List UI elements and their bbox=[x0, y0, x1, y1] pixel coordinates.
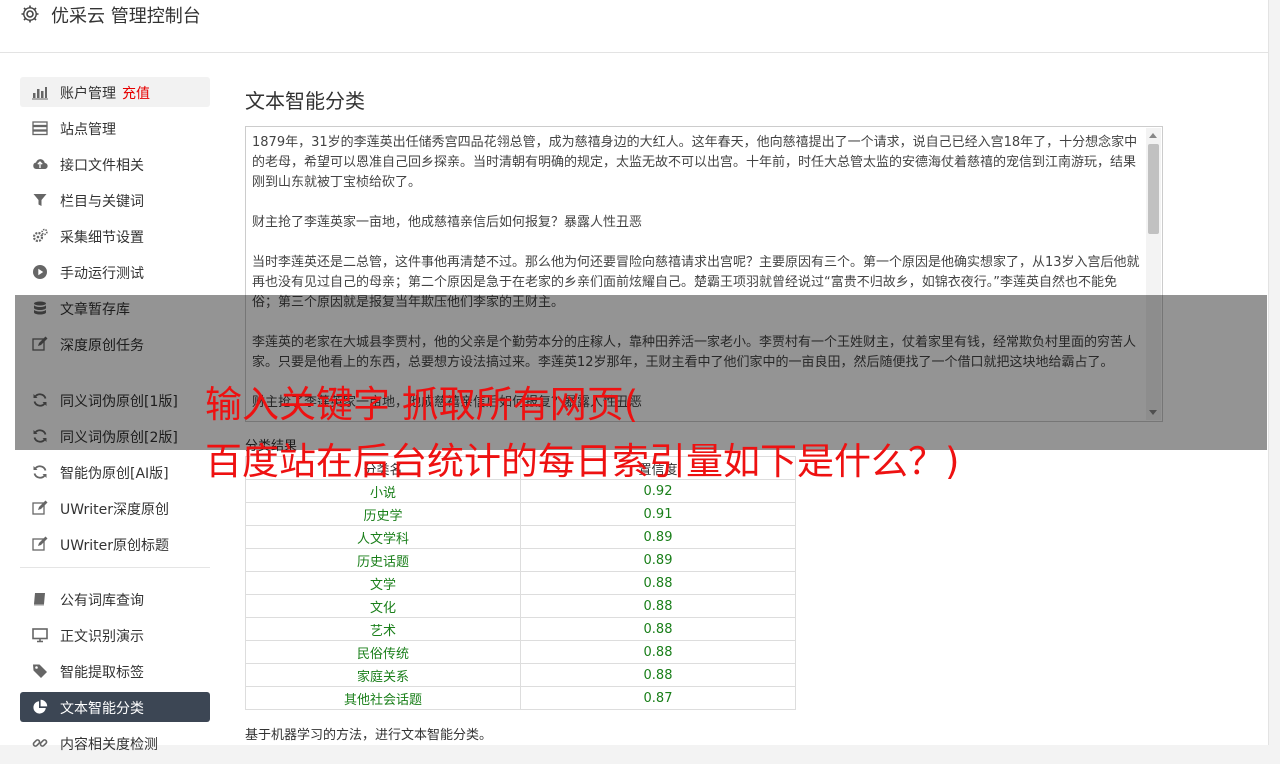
table-row: 文学 0.88 bbox=[245, 571, 796, 595]
sidebar-item-label: 正文识别演示 bbox=[60, 629, 144, 645]
sidebar-item-label: 采集细节设置 bbox=[60, 230, 144, 246]
refresh-icon bbox=[33, 465, 47, 479]
sidebar-item-manual-run[interactable]: 手动运行测试 bbox=[20, 257, 210, 287]
server-icon bbox=[32, 121, 48, 136]
sidebar-item-label: 文本智能分类 bbox=[60, 701, 144, 717]
method-description: 基于机器学习的方法，进行文本智能分类。 bbox=[245, 728, 493, 743]
confidence-cell: 0.91 bbox=[520, 502, 796, 526]
filter-icon bbox=[33, 194, 47, 206]
confidence-cell: 0.88 bbox=[520, 640, 796, 664]
play-circle-icon bbox=[33, 265, 47, 279]
table-row: 历史话题 0.89 bbox=[245, 548, 796, 572]
sidebar-item-label: 账户管理 bbox=[60, 86, 116, 102]
sidebar-item-content-recognition[interactable]: 正文识别演示 bbox=[20, 620, 210, 650]
top-header: 优采云 管理控制台 bbox=[0, 0, 1269, 53]
page-title: 文本智能分类 bbox=[245, 89, 365, 113]
sidebar-item-label: 接口文件相关 bbox=[60, 158, 144, 174]
sidebar-item-label: UWriter原创标题 bbox=[60, 538, 169, 554]
sidebar-item-label: 公有词库查询 bbox=[60, 593, 144, 609]
sidebar-item-label: UWriter深度原创 bbox=[60, 502, 169, 518]
bar-chart-icon bbox=[32, 87, 48, 100]
scroll-up-arrow-icon[interactable] bbox=[1149, 133, 1157, 138]
book-icon bbox=[34, 593, 45, 606]
sidebar-item-label: 手动运行测试 bbox=[60, 266, 144, 282]
app-title: 优采云 管理控制台 bbox=[51, 6, 201, 27]
table-row: 人文学科 0.89 bbox=[245, 525, 796, 549]
gear-icon bbox=[21, 5, 39, 23]
sidebar-item-label: 内容相关度检测 bbox=[60, 737, 158, 753]
category-cell: 历史话题 bbox=[245, 548, 521, 572]
classification-table: 分类名 置信度 小说 0.92 历史学 0.91 人文学科 0.89 历史话题 0.89… bbox=[245, 456, 796, 710]
sidebar-item-label: 智能提取标签 bbox=[60, 665, 144, 681]
sidebar-item-account[interactable]: 账户管理 充值 bbox=[20, 77, 210, 107]
sidebar-item-label: 站点管理 bbox=[60, 122, 116, 138]
sidebar-divider bbox=[20, 567, 210, 568]
table-row: 艺术 0.88 bbox=[245, 617, 796, 641]
sidebar-item-label: 栏目与关键词 bbox=[60, 194, 144, 210]
category-cell: 家庭关系 bbox=[245, 663, 521, 687]
table-row: 民俗传统 0.88 bbox=[245, 640, 796, 664]
gears-icon bbox=[32, 228, 48, 243]
sidebar-item-ai-rewrite[interactable]: 智能伪原创[AI版] bbox=[20, 457, 210, 487]
table-row: 家庭关系 0.88 bbox=[245, 663, 796, 687]
confidence-cell: 0.88 bbox=[520, 594, 796, 618]
overlay-caption: 输入关键字 抓取所有网页( 百度站在后台统计的每日索引量如下是什么？) bbox=[205, 376, 959, 490]
scroll-thumb[interactable] bbox=[1148, 144, 1159, 234]
sidebar-item-public-lexicon[interactable]: 公有词库查询 bbox=[20, 584, 210, 614]
sidebar-item-uwriter-title[interactable]: UWriter原创标题 bbox=[20, 529, 210, 559]
monitor-icon bbox=[32, 628, 48, 643]
sidebar-item-relevance-check[interactable]: 内容相关度检测 bbox=[20, 728, 210, 758]
category-cell: 历史学 bbox=[245, 502, 521, 526]
table-row: 历史学 0.91 bbox=[245, 502, 796, 526]
overlay-caption-line: 百度站在后台统计的每日索引量如下是什么？) bbox=[205, 440, 960, 483]
recharge-link[interactable]: 充值 bbox=[122, 86, 150, 102]
sidebar-item-interface-files[interactable]: 接口文件相关 bbox=[20, 149, 210, 179]
link-icon bbox=[32, 739, 48, 747]
category-cell: 艺术 bbox=[245, 617, 521, 641]
edit-icon bbox=[32, 500, 48, 515]
cloud-upload-icon bbox=[33, 159, 48, 170]
sidebar-item-columns-keywords[interactable]: 栏目与关键词 bbox=[20, 185, 210, 215]
text-paragraph: 1879年，31岁的李莲英出任储秀宫四品花翎总管，成为慈禧身边的大红人。这年春天… bbox=[252, 135, 1138, 190]
sidebar-item-tag-extraction[interactable]: 智能提取标签 bbox=[20, 656, 210, 686]
overlay-caption-line: 输入关键字 抓取所有网页( bbox=[205, 383, 639, 426]
sidebar-item-collection-settings[interactable]: 采集细节设置 bbox=[20, 221, 210, 251]
sidebar-item-uwriter-deep[interactable]: UWriter深度原创 bbox=[20, 493, 210, 523]
table-row: 文化 0.88 bbox=[245, 594, 796, 618]
category-cell: 文化 bbox=[245, 594, 521, 618]
confidence-cell: 0.87 bbox=[520, 686, 796, 710]
tag-icon bbox=[33, 664, 47, 678]
category-cell: 人文学科 bbox=[245, 525, 521, 549]
confidence-cell: 0.88 bbox=[520, 663, 796, 687]
table-row: 其他社会话题 0.87 bbox=[245, 686, 796, 710]
sidebar-item-text-classification[interactable]: 文本智能分类 bbox=[20, 692, 210, 722]
category-cell: 民俗传统 bbox=[245, 640, 521, 664]
pie-chart-icon bbox=[33, 699, 48, 714]
edit-icon bbox=[32, 536, 48, 551]
text-paragraph: 财主抢了李莲英家一亩地，他成慈禧亲信后如何报复？暴露人性丑恶 bbox=[252, 215, 643, 230]
category-cell: 其他社会话题 bbox=[245, 686, 521, 710]
confidence-cell: 0.89 bbox=[520, 548, 796, 572]
sidebar-item-label: 智能伪原创[AI版] bbox=[60, 466, 169, 482]
sidebar-item-sites[interactable]: 站点管理 bbox=[20, 113, 210, 143]
confidence-cell: 0.89 bbox=[520, 525, 796, 549]
category-cell: 文学 bbox=[245, 571, 521, 595]
confidence-cell: 0.88 bbox=[520, 571, 796, 595]
confidence-cell: 0.88 bbox=[520, 617, 796, 641]
